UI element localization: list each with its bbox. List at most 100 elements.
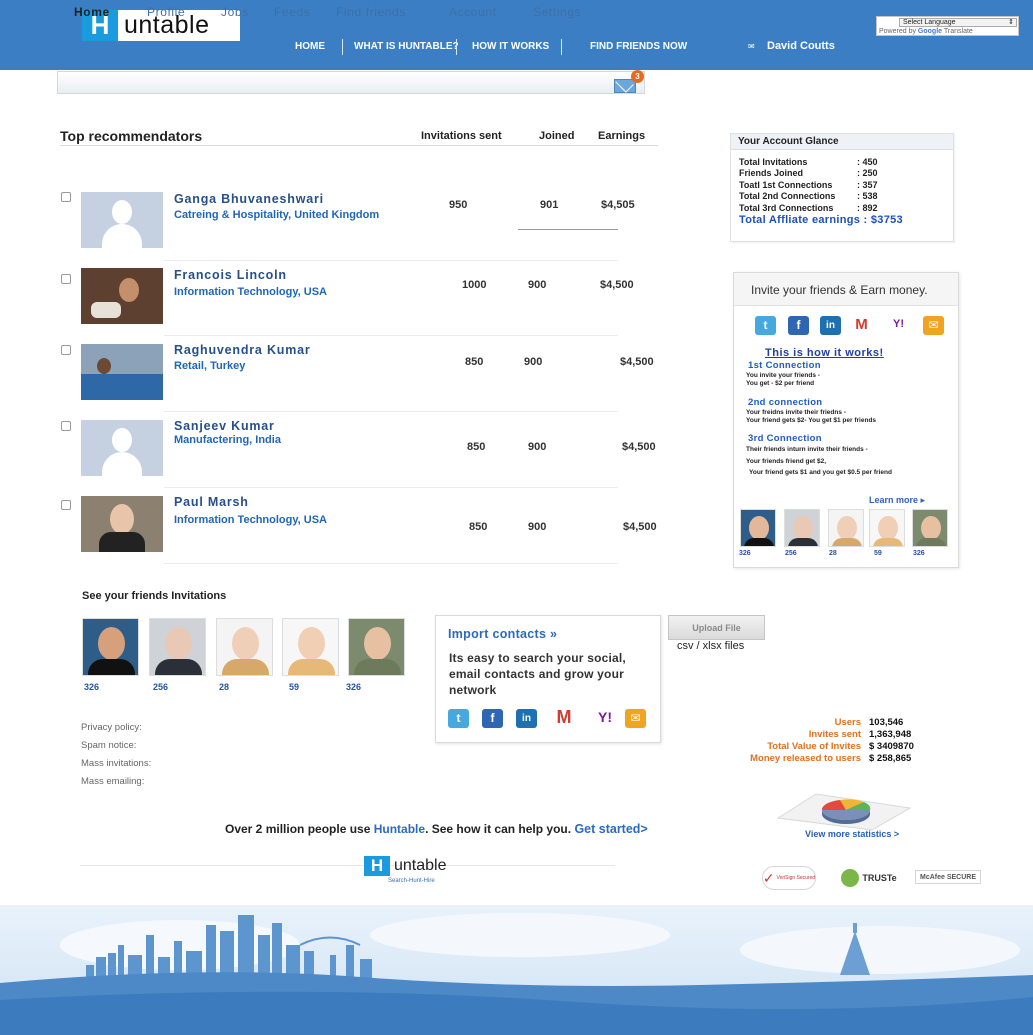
friend-thumbnail[interactable] bbox=[740, 509, 776, 547]
gmail-icon[interactable]: M bbox=[851, 315, 872, 334]
email-icon[interactable]: ✉ bbox=[923, 316, 944, 335]
upload-file-types: csv / xlsx files bbox=[677, 640, 745, 652]
spam-notice-link[interactable]: Spam notice: bbox=[81, 740, 136, 751]
mcafee-badge[interactable]: McAfee SECURE bbox=[915, 870, 981, 884]
nav-what-is-huntable[interactable]: WHAT IS HUNTABLE? bbox=[354, 41, 459, 52]
avatar-placeholder[interactable] bbox=[81, 420, 163, 476]
import-contacts-panel: Import contacts » Its easy to search you… bbox=[435, 615, 661, 743]
friend-count: 28 bbox=[219, 682, 230, 692]
mail-small-icon[interactable]: ✉ bbox=[748, 42, 755, 51]
recommender-name[interactable]: Raghuvendra Kumar bbox=[174, 343, 311, 357]
gmail-icon[interactable]: M bbox=[549, 708, 579, 727]
invite-friends-panel: Invite your friends & Earn money. t f in… bbox=[733, 272, 959, 568]
tab-settings[interactable]: Settings bbox=[533, 5, 581, 19]
invitations-value: 850 bbox=[467, 441, 486, 453]
stat-value: $ 3409870 bbox=[869, 741, 914, 752]
footer-logo-mark: H bbox=[364, 856, 390, 876]
joined-value: 901 bbox=[540, 199, 559, 211]
tab-account[interactable]: Account bbox=[449, 5, 497, 19]
friend-thumbnail[interactable] bbox=[869, 509, 905, 547]
twitter-icon[interactable]: t bbox=[448, 709, 469, 728]
col-joined: Joined bbox=[539, 130, 575, 142]
thumbnail-count: 326 bbox=[913, 550, 925, 557]
recommender-name[interactable]: Paul Marsh bbox=[174, 495, 249, 509]
tab-find-friends[interactable]: Find friends bbox=[336, 5, 406, 19]
nav-find-friends-now[interactable]: FIND FRIENDS NOW bbox=[590, 41, 687, 52]
facebook-icon[interactable]: f bbox=[482, 709, 503, 728]
earnings-value: $4,500 bbox=[600, 279, 634, 291]
row-checkbox[interactable] bbox=[61, 192, 71, 202]
account-glance-panel: Your Account Glance Total Invitations : … bbox=[730, 133, 954, 242]
avatar-placeholder[interactable] bbox=[81, 192, 163, 248]
step-line: You invite your friends - bbox=[746, 372, 820, 379]
stat-value: 1,363,948 bbox=[869, 729, 912, 740]
avatar-photo[interactable] bbox=[81, 344, 163, 400]
col-earnings: Earnings bbox=[598, 130, 646, 142]
linkedin-icon[interactable]: in bbox=[820, 316, 841, 335]
tab-feeds[interactable]: Feeds bbox=[274, 5, 310, 19]
powered-suffix: Translate bbox=[943, 28, 973, 35]
tab-home[interactable]: Home bbox=[74, 5, 110, 19]
glance-value: : 892 bbox=[857, 203, 878, 213]
avatar-photo[interactable] bbox=[81, 268, 163, 324]
step-line: You get - $2 per friend bbox=[746, 380, 815, 387]
earnings-value: $4,500 bbox=[620, 356, 654, 368]
nav-separator bbox=[456, 39, 457, 55]
linkedin-icon[interactable]: in bbox=[516, 709, 537, 728]
friend-photo[interactable] bbox=[149, 618, 206, 676]
friend-photo[interactable] bbox=[216, 618, 273, 676]
import-contacts-title[interactable]: Import contacts » bbox=[448, 627, 557, 641]
twitter-icon[interactable]: t bbox=[755, 316, 776, 335]
language-select[interactable]: Select Language ⇕ bbox=[899, 18, 1017, 27]
powered-google: Google bbox=[917, 28, 943, 35]
invitations-value: 850 bbox=[469, 521, 488, 533]
nav-how-it-works[interactable]: HOW IT WORKS bbox=[472, 41, 549, 52]
recommender-name[interactable]: Francois Lincoln bbox=[174, 268, 287, 282]
upload-file-button[interactable]: Upload File bbox=[668, 615, 765, 640]
recommender-name[interactable]: Sanjeev Kumar bbox=[174, 419, 275, 433]
row-checkbox[interactable] bbox=[61, 500, 71, 510]
user-name[interactable]: David Coutts bbox=[767, 40, 835, 52]
email-icon[interactable]: ✉ bbox=[625, 709, 646, 728]
step-line: Your friend gets $2- You get $1 per frie… bbox=[746, 417, 877, 424]
facebook-icon[interactable]: f bbox=[788, 316, 809, 335]
truste-badge[interactable]: TRUSTe bbox=[831, 866, 907, 890]
row-divider bbox=[164, 411, 618, 412]
yahoo-icon[interactable]: Y! bbox=[888, 315, 909, 334]
nav-home[interactable]: HOME bbox=[295, 41, 325, 52]
friend-thumbnail[interactable] bbox=[828, 509, 864, 547]
mass-emailing-link[interactable]: Mass emailing: bbox=[81, 776, 144, 787]
friend-photo[interactable] bbox=[82, 618, 139, 676]
earnings-value: $4,505 bbox=[601, 199, 635, 211]
statistics-pie-chart-icon[interactable] bbox=[776, 788, 912, 832]
get-started-link[interactable]: Get started> bbox=[574, 822, 647, 836]
col-invitations-sent: Invitations sent bbox=[421, 130, 502, 142]
tab-jobs[interactable]: Jobs bbox=[221, 5, 249, 19]
truste-label: TRUSTe bbox=[862, 873, 897, 883]
footer-logo[interactable]: H untable bbox=[364, 855, 464, 877]
how-it-works-link[interactable]: This is how it works! bbox=[765, 347, 884, 359]
avatar-photo[interactable] bbox=[81, 496, 163, 552]
row-divider bbox=[164, 563, 618, 564]
tagline-suffix: . See how it can help you. bbox=[425, 822, 575, 836]
recommender-name[interactable]: Ganga Bhuvaneshwari bbox=[174, 192, 324, 206]
friend-count: 256 bbox=[153, 682, 169, 692]
tab-profile[interactable]: Profile bbox=[147, 5, 185, 19]
row-checkbox[interactable] bbox=[61, 274, 71, 284]
row-checkbox[interactable] bbox=[61, 421, 71, 431]
friend-thumbnail[interactable] bbox=[912, 509, 948, 547]
friend-photo[interactable] bbox=[282, 618, 339, 676]
friend-thumbnail[interactable] bbox=[784, 509, 820, 547]
row-checkbox[interactable] bbox=[61, 345, 71, 355]
stat-label: Invites sent bbox=[808, 729, 861, 740]
verisign-badge[interactable]: ✓ VeriSign Secured bbox=[762, 866, 816, 890]
invitations-value: 950 bbox=[449, 199, 468, 211]
yahoo-icon[interactable]: Y! bbox=[589, 708, 621, 727]
footer-logo-subtitle: Search-Hunt-Hire bbox=[388, 878, 435, 884]
privacy-policy-link[interactable]: Privacy policy: bbox=[81, 722, 142, 733]
friend-count: 326 bbox=[346, 682, 362, 692]
view-more-statistics-link[interactable]: View more statistics > bbox=[805, 829, 899, 839]
friend-photo[interactable] bbox=[348, 618, 405, 676]
mass-invitations-link[interactable]: Mass invitations: bbox=[81, 758, 151, 769]
learn-more-link[interactable]: Learn more ▸ bbox=[869, 495, 925, 506]
